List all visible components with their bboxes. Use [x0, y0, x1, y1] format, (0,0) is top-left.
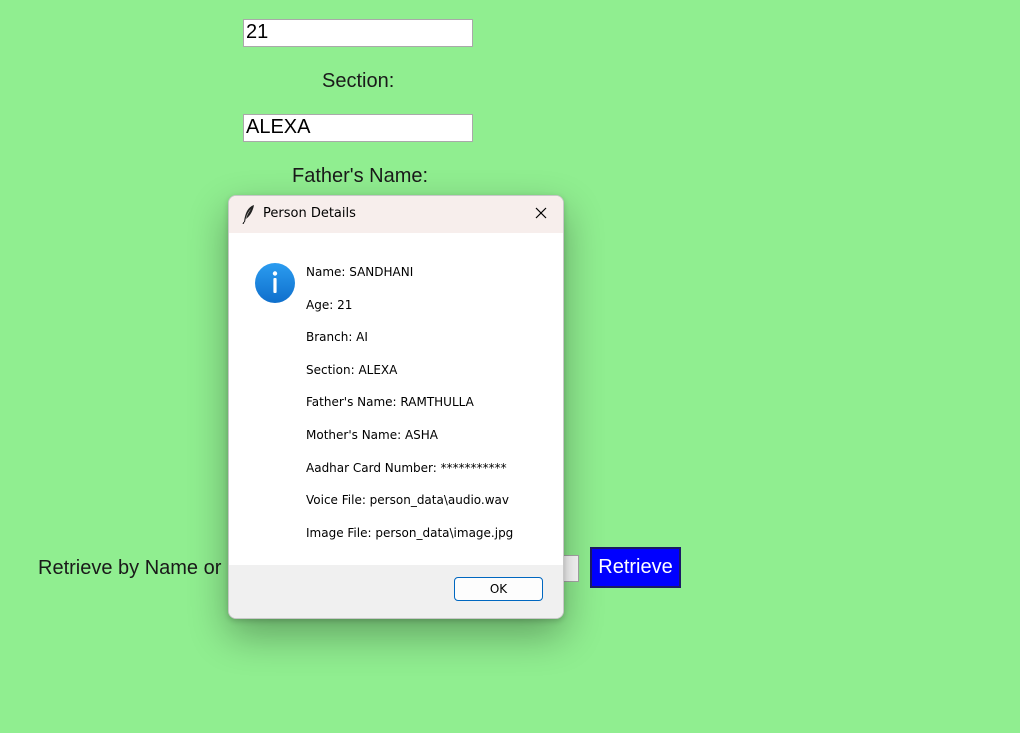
close-icon: [535, 206, 547, 224]
age-field[interactable]: 21: [243, 19, 473, 47]
person-details-dialog: Person Details Name: SANDHANI Age: 21 Br…: [228, 195, 564, 619]
detail-mother-name: Mother's Name: ASHA: [306, 427, 439, 442]
retrieve-button[interactable]: Retrieve: [590, 547, 681, 588]
detail-father-name: Father's Name: RAMTHULLA: [306, 395, 474, 410]
dialog-title: Person Details: [263, 206, 356, 221]
ok-button[interactable]: OK: [454, 577, 543, 601]
detail-age: Age: 21: [306, 297, 353, 312]
detail-aadhar: Aadhar Card Number: ***********: [306, 460, 507, 475]
detail-branch: Branch: AI: [306, 330, 368, 345]
detail-image-file: Image File: person_data\image.jpg: [306, 525, 514, 540]
detail-name: Name: SANDHANI: [306, 265, 414, 279]
retrieve-label: Retrieve by Name or R: [38, 557, 242, 579]
dialog-titlebar: Person Details: [229, 196, 563, 233]
dialog-footer: OK: [229, 565, 563, 618]
dialog-message: Name: SANDHANI Age: 21 Branch: AI Sectio…: [306, 256, 513, 549]
father-name-label: Father's Name:: [292, 165, 429, 187]
info-icon: [254, 262, 296, 304]
feather-icon: [242, 204, 256, 225]
close-button[interactable]: [519, 196, 563, 233]
detail-voice-file: Voice File: person_data\audio.wav: [306, 493, 510, 508]
section-label: Section:: [322, 70, 395, 92]
section-field[interactable]: ALEXA: [243, 114, 473, 142]
detail-section: Section: ALEXA: [306, 362, 398, 377]
